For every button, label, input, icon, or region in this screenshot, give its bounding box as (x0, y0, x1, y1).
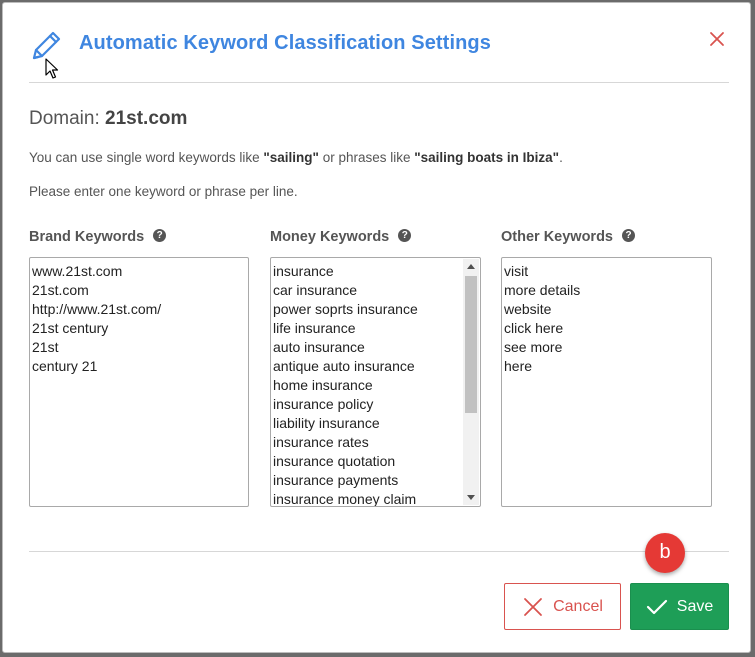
domain-line: Domain: 21st.com (29, 108, 187, 130)
brand-keywords-title: Brand Keywords (29, 229, 145, 245)
keyword-line: insurance money claim (273, 491, 417, 507)
help-icon[interactable]: ? (622, 228, 635, 242)
keyword-line: insurance quotation (273, 453, 396, 469)
domain-value: 21st.com (105, 108, 188, 129)
cursor-icon (45, 58, 59, 79)
keyword-line: auto insurance (273, 339, 365, 355)
keyword-line: 21st.com (32, 282, 89, 298)
other-keywords-textarea[interactable]: visit more details website click here se… (501, 257, 712, 507)
keyword-line: here (504, 358, 533, 374)
annotation-badge: b (645, 533, 685, 573)
money-keywords-scrollbar[interactable] (463, 259, 479, 505)
keyword-line: 21st (32, 339, 59, 355)
keyword-line: insurance rates (273, 434, 369, 450)
keyword-line: www.21st.com (32, 263, 123, 279)
help-text-examples: You can use single word keywords like "s… (29, 150, 563, 165)
brand-keywords-textarea[interactable]: www.21st.com 21st.com http://www.21st.co… (29, 257, 249, 507)
other-keywords-label: Other Keywords ? (501, 228, 635, 245)
keyword-line: more details (504, 282, 581, 298)
keyword-line: see more (504, 339, 563, 355)
save-label: Save (676, 597, 714, 615)
money-keywords-title: Money Keywords (270, 229, 390, 245)
help-prefix: You can use single word keywords like (29, 150, 264, 165)
scroll-up-arrow-icon[interactable] (467, 264, 475, 269)
money-keywords-textarea[interactable]: insurance car insurance power soprts ins… (270, 257, 481, 507)
scrollbar-thumb[interactable] (465, 276, 477, 413)
keyword-line: 21st century (32, 320, 109, 336)
keyword-line: insurance payments (273, 472, 399, 488)
keyword-line: home insurance (273, 377, 373, 393)
scroll-down-arrow-icon[interactable] (467, 495, 475, 500)
save-button[interactable]: Save (630, 583, 729, 630)
keyword-line: car insurance (273, 282, 358, 298)
help-text-instructions: Please enter one keyword or phrase per l… (29, 184, 298, 199)
x-icon (524, 597, 542, 616)
keyword-line: website (504, 301, 552, 317)
keyword-line: liability insurance (273, 415, 380, 431)
other-keywords-title: Other Keywords (501, 229, 613, 245)
dialog-title: Automatic Keyword Classification Setting… (79, 32, 491, 54)
close-icon[interactable] (707, 29, 727, 49)
keyword-line: click here (504, 320, 564, 336)
footer-divider (29, 551, 729, 552)
keyword-line: insurance policy (273, 396, 374, 412)
brand-keywords-label: Brand Keywords ? (29, 228, 167, 245)
keyword-line: antique auto insurance (273, 358, 415, 374)
help-icon[interactable]: ? (398, 228, 412, 242)
cancel-label: Cancel (553, 597, 603, 615)
keyword-line: http://www.21st.com/ (32, 301, 162, 317)
help-example-phrase: "sailing boats in Ibiza" (414, 150, 560, 165)
cancel-button[interactable]: Cancel (504, 583, 621, 630)
check-icon (646, 599, 667, 614)
help-example-word: "sailing" (263, 150, 319, 165)
domain-label: Domain: (29, 108, 100, 129)
money-keywords-label: Money Keywords ? (270, 228, 412, 245)
help-icon[interactable]: ? (153, 228, 167, 242)
help-mid: or phrases like (318, 150, 415, 165)
header-divider (29, 82, 729, 83)
help-suffix: . (559, 150, 563, 165)
keyword-line: century 21 (32, 358, 98, 374)
keyword-line: insurance (273, 263, 334, 279)
keyword-settings-dialog: Automatic Keyword Classification Setting… (2, 2, 751, 653)
keyword-line: visit (504, 263, 529, 279)
keyword-line: life insurance (273, 320, 356, 336)
keyword-line: power soprts insurance (273, 301, 418, 317)
